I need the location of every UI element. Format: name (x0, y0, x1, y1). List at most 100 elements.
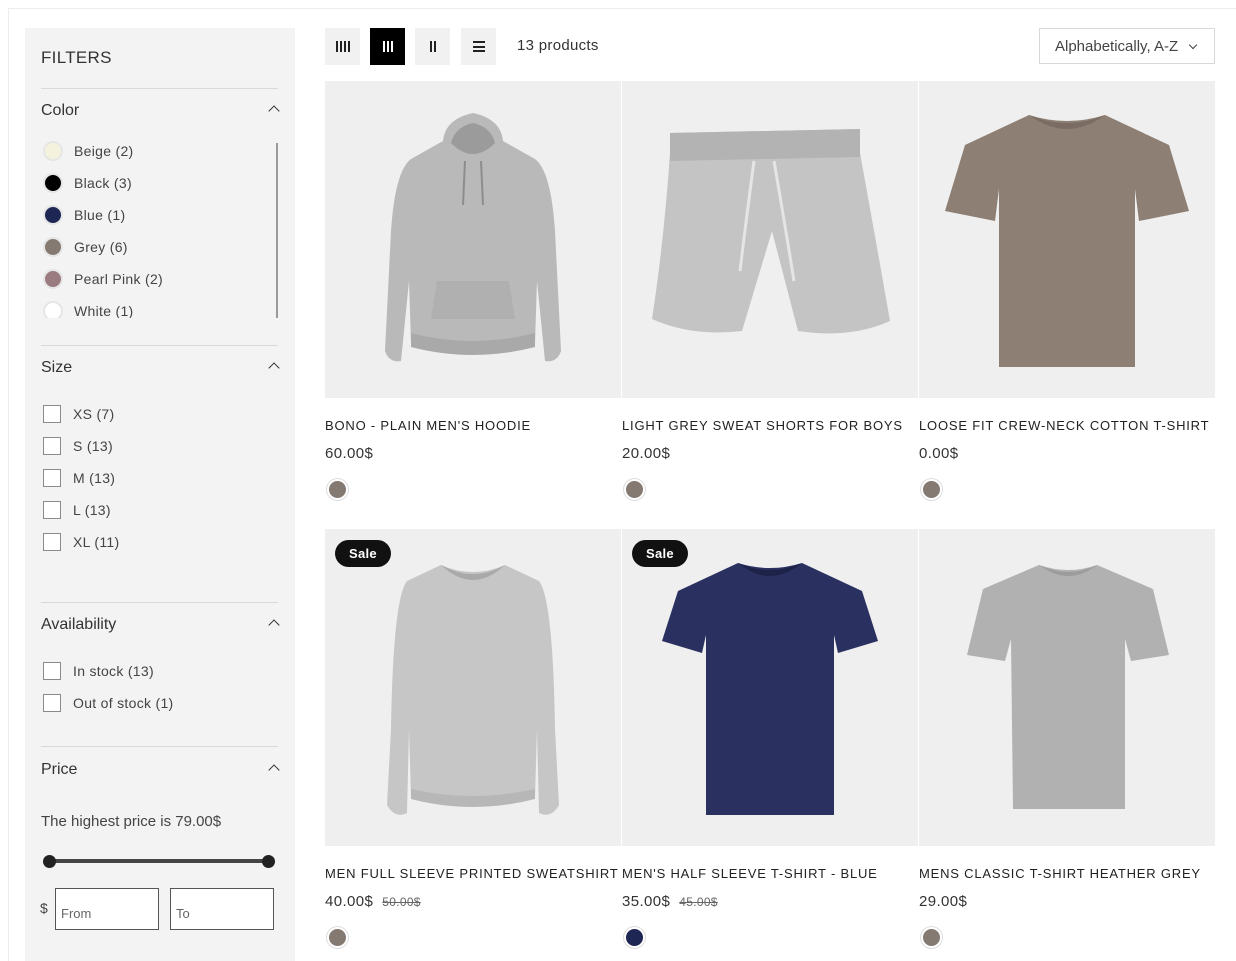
currency-symbol: $ (40, 900, 48, 916)
product-color-swatch[interactable] (921, 927, 942, 948)
grid-2-columns-button[interactable] (415, 28, 450, 65)
size-option-xl[interactable]: XL (11) (41, 531, 119, 553)
color-options-list[interactable]: Beige (2) Black (3) Blue (1) Grey (6) Pe… (41, 140, 278, 318)
product-color-swatch[interactable] (327, 479, 348, 500)
color-option-label: Beige (2) (74, 143, 134, 159)
product-price: 60.00$ (325, 445, 374, 462)
product-color-swatch[interactable] (624, 927, 645, 948)
color-option-blue[interactable]: Blue (1) (43, 204, 125, 226)
checkbox[interactable] (43, 501, 61, 519)
chevron-up-icon (268, 764, 280, 776)
column-icon-bar (429, 41, 432, 52)
chevron-up-icon (268, 362, 280, 374)
product-price-row: 60.00$ (325, 445, 373, 462)
product-price-row: 20.00$ (622, 445, 670, 462)
availability-filter-toggle[interactable]: Availability (41, 616, 280, 638)
checkbox[interactable] (43, 662, 61, 680)
product-price: 0.00$ (919, 445, 959, 462)
color-option-beige[interactable]: Beige (2) (43, 140, 134, 162)
color-option-label: White (1) (74, 303, 134, 318)
product-image[interactable] (325, 81, 621, 398)
color-option-white[interactable]: White (1) (43, 300, 134, 318)
chevron-up-icon (268, 619, 280, 631)
product-price-row: 0.00$ (919, 445, 959, 462)
divider (41, 345, 278, 346)
color-filter-title: Color (41, 102, 80, 119)
color-swatch-blue (43, 205, 63, 225)
column-icon-bar (335, 41, 338, 52)
color-option-grey[interactable]: Grey (6) (43, 236, 128, 258)
color-swatch-grey (43, 237, 63, 257)
page-border-top (8, 8, 1236, 9)
product-color-swatch[interactable] (624, 479, 645, 500)
color-list-scrollbar[interactable] (276, 143, 278, 318)
sale-badge: Sale (335, 540, 391, 567)
product-card[interactable]: Sale MEN FULL SLEEVE PRINTED SWEATSHIRT … (325, 529, 621, 949)
product-name[interactable]: LIGHT GREY SWEAT SHORTS FOR BOYS (622, 418, 903, 433)
price-filter-toggle[interactable]: Price (41, 761, 280, 783)
product-name[interactable]: LOOSE FIT CREW-NECK COTTON T-SHIRT (919, 418, 1209, 433)
product-image[interactable] (919, 529, 1215, 846)
product-card[interactable]: LIGHT GREY SWEAT SHORTS FOR BOYS 20.00$ (622, 81, 918, 501)
product-compare-price: 50.00$ (382, 895, 421, 909)
column-icon-bar (382, 41, 385, 52)
checkbox[interactable] (43, 694, 61, 712)
color-swatch-beige (43, 141, 63, 161)
price-from-input[interactable] (55, 888, 159, 930)
size-option-m[interactable]: M (13) (41, 467, 115, 489)
price-to-input[interactable] (170, 888, 274, 930)
color-option-label: Grey (6) (74, 239, 128, 255)
price-slider-min-handle[interactable] (43, 855, 56, 868)
product-image[interactable]: Sale (325, 529, 621, 846)
sort-by-select[interactable]: Alphabetically, A-Z (1039, 28, 1215, 64)
size-option-s[interactable]: S (13) (41, 435, 113, 457)
product-color-swatch[interactable] (921, 479, 942, 500)
price-slider-track[interactable] (49, 859, 269, 863)
product-image[interactable] (622, 81, 918, 398)
price-filter-title: Price (41, 761, 78, 778)
list-view-button[interactable] (461, 28, 496, 65)
product-color-swatch[interactable] (327, 927, 348, 948)
size-option-label: M (13) (73, 470, 116, 486)
list-icon (472, 41, 485, 52)
checkbox[interactable] (43, 469, 61, 487)
availability-option-in-stock[interactable]: In stock (13) (41, 660, 154, 682)
product-name[interactable]: MEN FULL SLEEVE PRINTED SWEATSHIRT (325, 866, 619, 881)
size-option-xs[interactable]: XS (7) (41, 403, 114, 425)
color-option-pearl-pink[interactable]: Pearl Pink (2) (43, 268, 163, 290)
sort-by-value: Alphabetically, A-Z (1055, 37, 1179, 55)
checkbox[interactable] (43, 405, 61, 423)
size-option-label: XS (7) (73, 406, 115, 422)
availability-option-label: Out of stock (1) (73, 695, 174, 711)
product-card[interactable]: BONO - PLAIN MEN'S HOODIE 60.00$ (325, 81, 621, 501)
product-card[interactable]: LOOSE FIT CREW-NECK COTTON T-SHIRT 0.00$ (919, 81, 1215, 501)
size-option-l[interactable]: L (13) (41, 499, 111, 521)
sale-badge: Sale (632, 540, 688, 567)
checkbox[interactable] (43, 533, 61, 551)
product-card[interactable]: MENS CLASSIC T-SHIRT HEATHER GREY 29.00$ (919, 529, 1215, 949)
color-option-black[interactable]: Black (3) (43, 172, 132, 194)
color-filter-toggle[interactable]: Color (41, 102, 280, 124)
product-price-row: 29.00$ (919, 893, 967, 910)
size-option-label: XL (11) (73, 534, 120, 550)
product-image[interactable] (919, 81, 1215, 398)
grid-3-columns-button[interactable] (370, 28, 405, 65)
column-icon-bar (347, 41, 350, 52)
column-icon-bar (343, 41, 346, 52)
availability-option-out-of-stock[interactable]: Out of stock (1) (41, 692, 174, 714)
grid-4-columns-button[interactable] (325, 28, 360, 65)
color-swatch-black (43, 173, 63, 193)
filters-sidebar: FILTERS Color Beige (2) Black (3) Blue (… (25, 28, 295, 961)
checkbox[interactable] (43, 437, 61, 455)
highest-price-note: The highest price is 79.00$ (41, 813, 222, 830)
product-price-row: 40.00$ 50.00$ (325, 893, 421, 910)
hoodie-image (385, 113, 561, 362)
price-slider-max-handle[interactable] (262, 855, 275, 868)
size-filter-toggle[interactable]: Size (41, 359, 280, 381)
product-image[interactable]: Sale (622, 529, 918, 846)
product-name[interactable]: MEN'S HALF SLEEVE T-SHIRT - BLUE (622, 866, 878, 881)
product-name[interactable]: BONO - PLAIN MEN'S HOODIE (325, 418, 531, 433)
size-option-label: S (13) (73, 438, 113, 454)
product-name[interactable]: MENS CLASSIC T-SHIRT HEATHER GREY (919, 866, 1201, 881)
product-card[interactable]: Sale MEN'S HALF SLEEVE T-SHIRT - BLUE 35… (622, 529, 918, 949)
